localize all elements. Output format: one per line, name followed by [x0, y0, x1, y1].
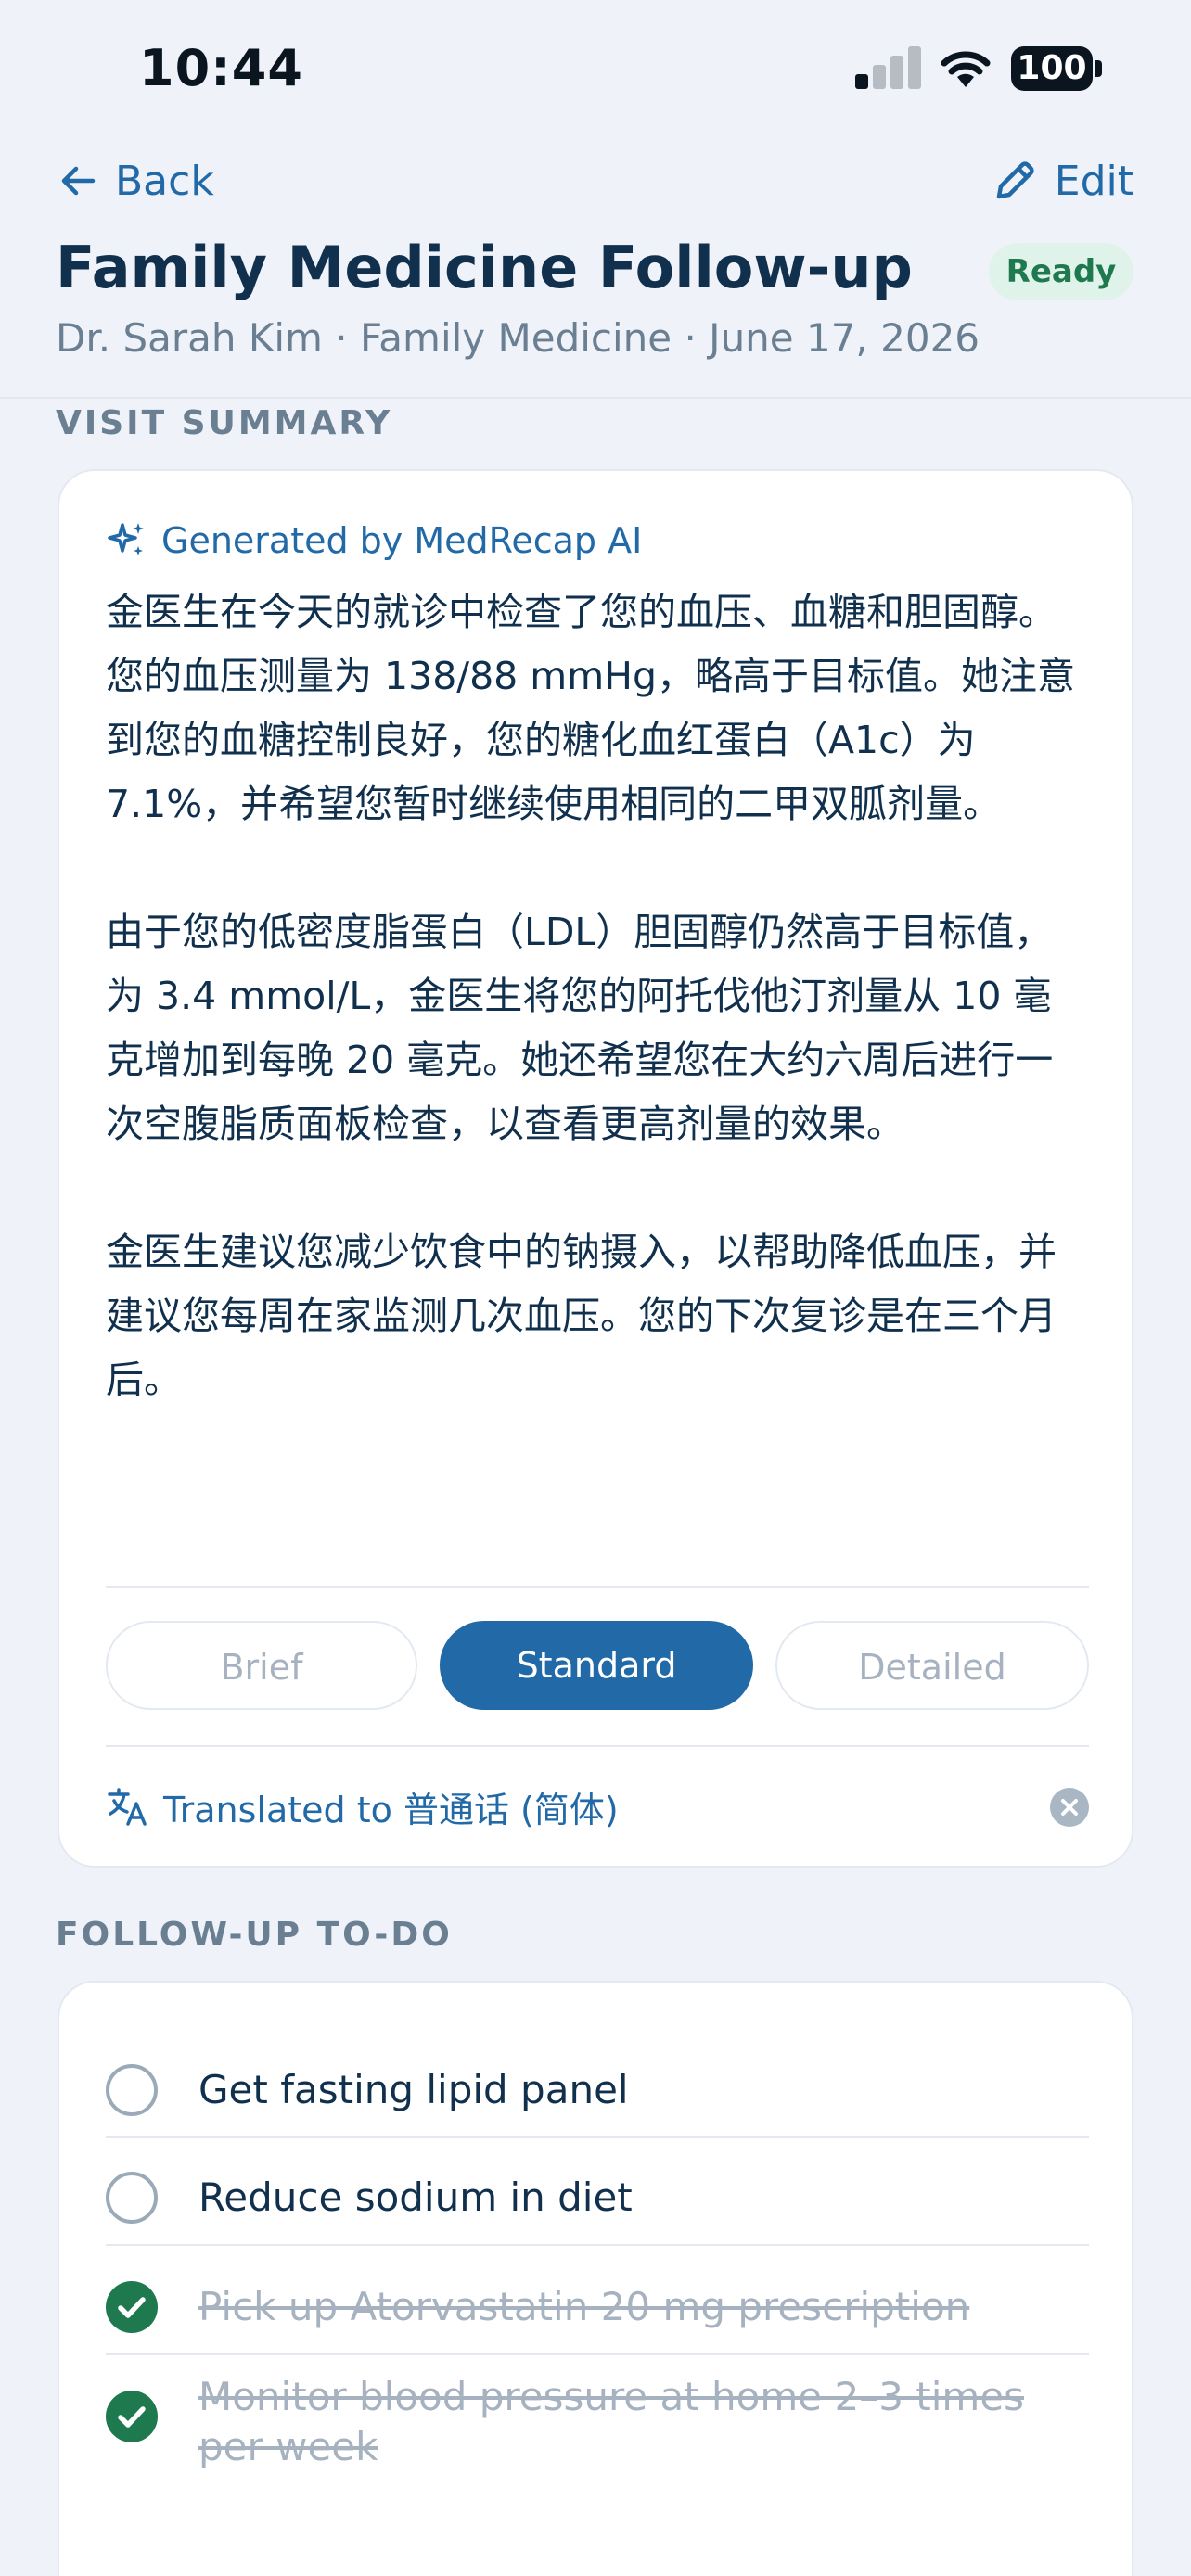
back-button[interactable]: Back: [58, 148, 214, 213]
check-circle-icon[interactable]: [106, 2281, 158, 2333]
todo-text: Reduce sodium in diet: [198, 2174, 633, 2220]
todo-text: Pick up Atorvastatin 20 mg prescription: [198, 2284, 970, 2329]
empty-circle-icon[interactable]: [106, 2172, 158, 2224]
translation-row: Translated to 普通话 (简体): [106, 1779, 1089, 1834]
navigation-bar: Back Edit: [0, 148, 1191, 213]
todo-divider: [106, 2244, 1089, 2246]
visit-summary-heading: VISIT SUMMARY: [56, 404, 393, 442]
cellular-signal-icon: [855, 46, 922, 89]
battery-icon: 100: [1011, 46, 1104, 91]
follow-up-heading: FOLLOW-UP TO-DO: [56, 1916, 453, 1954]
header-divider: [0, 397, 1191, 399]
pencil-icon: [996, 161, 1034, 199]
summary-paragraph-2: 由于您的低密度脂蛋白（LDL）胆固醇仍然高于目标值，为 3.4 mmol/L，金…: [106, 910, 1054, 1146]
detail-level-brief-button[interactable]: Brief: [106, 1621, 417, 1710]
arrow-left-icon: [61, 166, 96, 196]
translation-divider: [106, 1745, 1089, 1747]
check-circle-icon[interactable]: [106, 2391, 158, 2442]
detail-level-standard-button[interactable]: Standard: [440, 1621, 753, 1710]
translate-icon: [108, 1788, 147, 1826]
todo-item[interactable]: Get fasting lipid panel: [106, 2057, 1089, 2131]
follow-up-card: Get fasting lipid panel Reduce sodium in…: [58, 1981, 1133, 2576]
ai-generated-label: Generated by MedRecap AI: [106, 519, 642, 562]
status-bar: 10:44 100: [0, 0, 1191, 139]
todo-text: Monitor blood pressure at home 2–3 times…: [198, 2374, 1025, 2469]
edit-button[interactable]: Edit: [992, 148, 1133, 213]
summary-divider: [106, 1586, 1089, 1588]
status-badge: Ready: [989, 243, 1133, 300]
todo-item[interactable]: Reduce sodium in diet: [106, 2164, 1089, 2238]
sparkles-icon: [108, 523, 144, 555]
close-circle-icon: [1061, 1799, 1078, 1816]
page-title: Family Medicine Follow-up: [56, 234, 913, 301]
todo-divider: [106, 2136, 1089, 2138]
battery-level: 100: [1011, 46, 1093, 91]
status-time: 10:44: [139, 39, 303, 97]
detail-level-detailed-button[interactable]: Detailed: [775, 1621, 1089, 1710]
edit-label: Edit: [1054, 157, 1133, 205]
translation-label: Translated to 普通话 (简体): [163, 1789, 619, 1830]
wifi-icon: [941, 51, 991, 87]
ai-label-text: Generated by MedRecap AI: [161, 520, 643, 561]
clear-translation-button[interactable]: [1050, 1788, 1089, 1827]
summary-paragraph-3: 金医生建议您减少饮食中的钠摄入，以帮助降低血压，并建议您每周在家监测几次血压。您…: [106, 1230, 1057, 1402]
visit-detail-screen: 10:44 100 Back Edit Family Medicine Foll…: [0, 0, 1191, 2576]
todo-divider: [106, 2353, 1089, 2355]
empty-circle-icon[interactable]: [106, 2064, 158, 2116]
todo-text: Get fasting lipid panel: [198, 2067, 629, 2112]
todo-item[interactable]: Monitor blood pressure at home 2–3 times…: [106, 2372, 1089, 2483]
back-label: Back: [115, 157, 214, 205]
visit-summary-card: Generated by MedRecap AI 金医生在今天的就诊中检查了您的…: [58, 469, 1133, 1868]
summary-paragraph-1: 金医生在今天的就诊中检查了您的血压、血糖和胆固醇。您的血压测量为 138/88 …: [106, 590, 1076, 826]
visit-subtitle: Dr. Sarah Kim · Family Medicine · June 1…: [56, 315, 980, 361]
summary-text: 金医生在今天的就诊中检查了您的血压、血糖和胆固醇。您的血压测量为 138/88 …: [106, 580, 1089, 1412]
todo-item[interactable]: Pick up Atorvastatin 20 mg prescription: [106, 2274, 1089, 2348]
